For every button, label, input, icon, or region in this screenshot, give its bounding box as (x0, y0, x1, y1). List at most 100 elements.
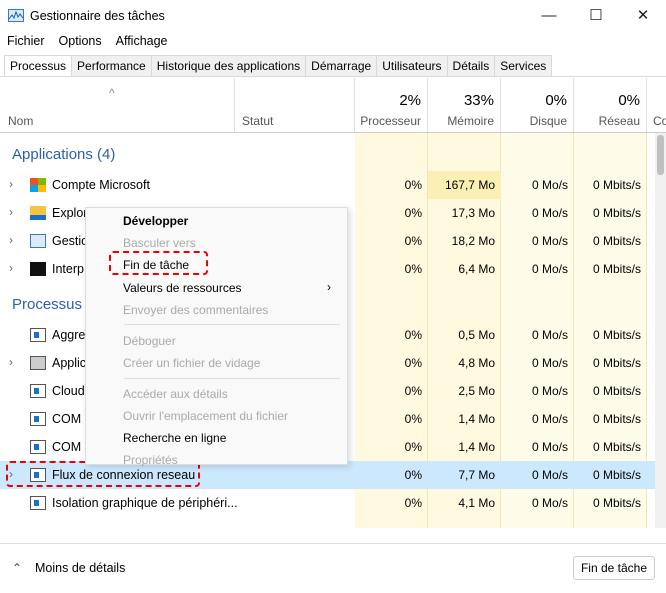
memory-value: 7,7 Mo (458, 468, 495, 482)
tab-demarrage[interactable]: Démarrage (306, 55, 378, 77)
memory-value: 18,2 Mo (451, 234, 495, 248)
menu-item-valeurs[interactable]: Valeurs de ressources (123, 281, 242, 295)
cpu-value: 0% (404, 206, 422, 220)
table-row[interactable]: Isolation graphique de périphéri... 0% 4,1… (0, 489, 655, 517)
disk-value: 0 Mo/s (531, 328, 568, 342)
menu-item-recherche[interactable]: Recherche en ligne (123, 431, 226, 445)
network-value: 0 Mbits/s (592, 262, 641, 276)
cpu-value: 0% (404, 384, 422, 398)
network-value: 0 Mbits/s (592, 356, 641, 370)
title-bar: Gestionnaire des tâches — ☐ ✕ (0, 0, 666, 32)
network-value: 0 Mbits/s (592, 178, 641, 192)
maximize-button[interactable]: ☐ (573, 4, 619, 28)
chevron-right-icon[interactable]: › (9, 233, 13, 247)
column-percent: 0% (618, 92, 640, 109)
disk-value: 0 Mo/s (531, 496, 568, 510)
app-window-icon (30, 384, 46, 398)
menu-item-proprietes: Propriétés (123, 453, 178, 467)
column-header-name[interactable]: ^ Nom (0, 78, 235, 132)
network-value: 0 Mbits/s (592, 496, 641, 510)
column-percent: 2% (399, 92, 421, 109)
scrollbar-thumb[interactable] (657, 135, 664, 175)
disk-value: 0 Mo/s (531, 178, 568, 192)
table-row[interactable]: › Compte Microsoft 0% 167,7 Mo 0 Mo/s 0 Mbits… (0, 171, 655, 199)
app-window-icon (30, 412, 46, 426)
memory-value: 17,3 Mo (451, 206, 495, 220)
column-label: Co (653, 114, 666, 128)
menu-item-details: Accéder aux détails (123, 387, 228, 401)
menu-bar: Fichier Options Affichage (0, 32, 175, 52)
process-name: COM (52, 412, 82, 426)
chevron-right-icon[interactable]: › (9, 177, 13, 191)
process-name: Compte Microsoft (52, 178, 150, 192)
process-name: Isolation graphique de périphéri... (52, 496, 238, 510)
menu-options[interactable]: Options (52, 32, 109, 52)
printer-icon (30, 356, 46, 370)
process-name: Interp (52, 262, 84, 276)
sort-up-icon: ^ (109, 86, 115, 100)
annotation-highlight-end-task (109, 251, 208, 275)
process-name: Explor (52, 206, 88, 220)
menu-affichage[interactable]: Affichage (109, 32, 175, 52)
cpu-value: 0% (404, 412, 422, 426)
footer: ⌃ Moins de détails (0, 543, 666, 593)
tab-services[interactable]: Services (495, 55, 553, 77)
terminal-icon (30, 262, 46, 276)
column-label: Nom (8, 114, 34, 128)
network-value: 0 Mbits/s (592, 328, 641, 342)
app-window-icon (30, 328, 46, 342)
column-header-status[interactable]: Statut (235, 78, 355, 132)
chevron-right-icon[interactable]: › (9, 355, 13, 369)
network-value: 0 Mbits/s (592, 468, 641, 482)
column-label: Mémoire (447, 114, 494, 128)
scrollbar[interactable] (655, 133, 666, 528)
tab-processus[interactable]: Processus (4, 55, 73, 77)
cpu-value: 0% (404, 496, 422, 510)
process-name: Aggre (52, 328, 86, 342)
microsoft-icon (30, 178, 46, 192)
disk-value: 0 Mo/s (531, 384, 568, 398)
column-header-network[interactable]: 0% Réseau (574, 78, 647, 132)
memory-value: 1,4 Mo (458, 412, 495, 426)
chevron-up-icon[interactable]: ⌃ (12, 561, 22, 575)
end-task-button[interactable]: Fin de tâche (573, 556, 655, 580)
memory-value: 0,5 Mo (458, 328, 495, 342)
chevron-right-icon[interactable]: › (9, 261, 13, 275)
column-header-disk[interactable]: 0% Disque (501, 78, 574, 132)
tab-performance[interactable]: Performance (72, 55, 152, 77)
task-manager-icon (30, 234, 46, 248)
tab-historique[interactable]: Historique des applications (151, 55, 307, 77)
process-name: Gestio (52, 234, 89, 248)
chevron-right-icon[interactable]: › (9, 205, 13, 219)
close-button[interactable]: ✕ (620, 4, 666, 28)
menu-fichier[interactable]: Fichier (0, 32, 52, 52)
task-manager-icon (8, 9, 24, 22)
menu-item-vidage: Créer un fichier de vidage (123, 356, 261, 370)
divider (0, 76, 666, 77)
cpu-value: 0% (404, 178, 422, 192)
memory-value: 4,8 Mo (458, 356, 495, 370)
column-header-memory[interactable]: 33% Mémoire (428, 78, 501, 132)
menu-item-commentaires: Envoyer des commentaires (123, 303, 269, 317)
tab-utilisateurs[interactable]: Utilisateurs (377, 55, 448, 77)
disk-value: 0 Mo/s (531, 234, 568, 248)
menu-separator (124, 378, 340, 379)
disk-value: 0 Mo/s (531, 356, 568, 370)
column-label: Réseau (598, 114, 640, 128)
app-window-icon (30, 440, 46, 454)
menu-item-developper[interactable]: Développer (123, 214, 188, 228)
tab-details[interactable]: Détails (447, 55, 496, 77)
chevron-right-icon: › (327, 280, 331, 294)
column-percent: 33% (463, 92, 494, 109)
column-header-more[interactable]: Co (647, 78, 666, 132)
column-label: Processeur (360, 114, 421, 128)
network-value: 0 Mbits/s (592, 412, 641, 426)
column-header-cpu[interactable]: 2% Processeur (355, 78, 428, 132)
column-label: Disque (529, 114, 567, 128)
network-value: 0 Mbits/s (592, 440, 641, 454)
memory-value: 1,4 Mo (458, 440, 495, 454)
less-details-link[interactable]: Moins de détails (35, 561, 125, 575)
window-title: Gestionnaire des tâches (30, 9, 165, 23)
minimize-button[interactable]: — (526, 4, 572, 28)
process-name: Applic (52, 356, 87, 370)
